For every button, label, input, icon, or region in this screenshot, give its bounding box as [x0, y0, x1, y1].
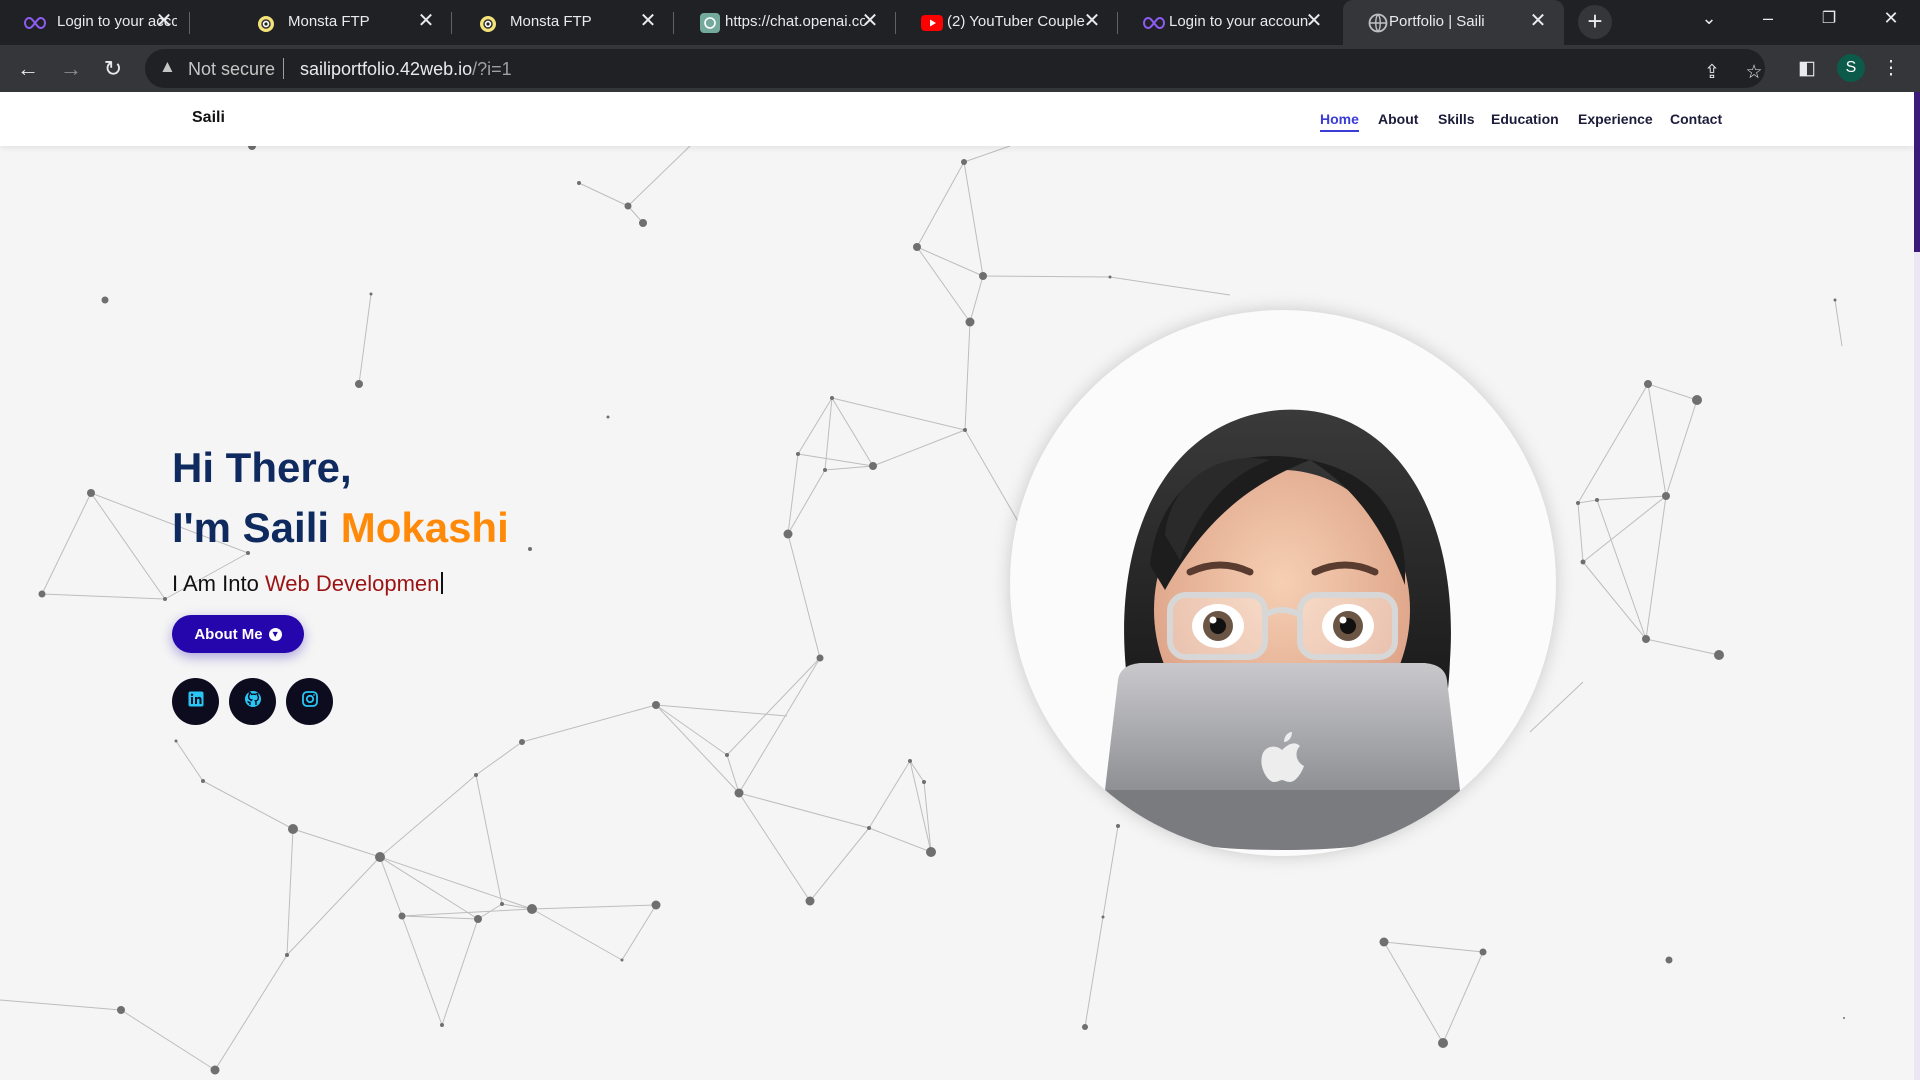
- memoji-avatar: [1105, 409, 1460, 850]
- address-bar[interactable]: ▲ Not secure sailiportfolio.42web.io/?i=…: [145, 49, 1765, 88]
- address-separator: [283, 58, 284, 79]
- url-text[interactable]: sailiportfolio.42web.io/?i=1: [300, 59, 512, 80]
- tab-title: https://chat.openai.com: [725, 13, 865, 30]
- security-label[interactable]: Not secure: [188, 59, 275, 80]
- reload-icon[interactable]: ↻: [99, 55, 127, 83]
- nav-skills[interactable]: Skills: [1438, 111, 1475, 127]
- site-navbar: Saili Home About Skills Education Experi…: [0, 92, 1914, 146]
- site-logo[interactable]: Saili: [192, 109, 225, 127]
- tab-separator: [673, 12, 674, 34]
- tab-title: Login to your account: [1169, 13, 1309, 30]
- close-icon[interactable]: ✕: [1526, 9, 1550, 33]
- infinity-icon: [24, 12, 46, 34]
- linkedin-icon: [188, 691, 204, 712]
- window-close-icon[interactable]: ✕: [1876, 8, 1906, 29]
- hero-name-accent: Mokashi: [340, 504, 509, 551]
- share-icon[interactable]: ⇪: [1698, 59, 1726, 87]
- monsta-icon: [477, 12, 499, 34]
- profile-avatar-circle: [1010, 310, 1556, 856]
- typing-cursor: [441, 572, 444, 594]
- profile-avatar[interactable]: S: [1837, 54, 1865, 82]
- browser-toolbar: ← → ↻ ▲ Not secure sailiportfolio.42web.…: [0, 45, 1920, 92]
- tab-title: (2) YouTuber Couple: [947, 13, 1085, 30]
- tab-search-icon[interactable]: ⌄: [1694, 8, 1724, 29]
- typed-text: Web Developmen: [264, 571, 440, 596]
- nav-about[interactable]: About: [1378, 111, 1418, 127]
- tab-separator: [451, 12, 452, 34]
- new-tab-button[interactable]: +: [1578, 5, 1612, 39]
- scrollbar-thumb[interactable]: [1914, 92, 1920, 252]
- tab-separator: [189, 12, 190, 34]
- nav-contact[interactable]: Contact: [1670, 111, 1722, 127]
- subtitle-prefix: I Am Into: [172, 571, 265, 596]
- particle-links: [0, 145, 1843, 1071]
- hero-name: I'm Saili Mokashi: [172, 504, 509, 552]
- globe-icon: [1367, 12, 1389, 34]
- instagram-button[interactable]: [286, 678, 333, 725]
- close-icon[interactable]: ✕: [1302, 9, 1326, 33]
- tab-separator: [1117, 12, 1118, 34]
- hero-greeting: Hi There,: [172, 444, 352, 491]
- restore-icon[interactable]: ❐: [1814, 8, 1844, 28]
- about-me-label: About Me: [194, 625, 263, 643]
- tab-login-2[interactable]: Login to your account ✕: [1119, 0, 1340, 45]
- tab-monsta-2[interactable]: Monsta FTP ✕: [453, 0, 674, 45]
- about-me-button[interactable]: About Me ▼: [172, 615, 304, 653]
- side-panel-icon[interactable]: ◧: [1793, 55, 1821, 83]
- page-scrollbar[interactable]: [1914, 92, 1920, 1080]
- tab-title: Portfolio | Saili: [1389, 13, 1485, 30]
- nav-education[interactable]: Education: [1491, 111, 1559, 127]
- tab-title: Monsta FTP: [510, 13, 592, 30]
- tab-portfolio[interactable]: Portfolio | Saili ✕: [1343, 0, 1564, 45]
- tab-strip: Login to your account ✕ Monsta FTP ✕ Mon…: [0, 0, 1920, 45]
- linkedin-button[interactable]: [172, 678, 219, 725]
- tab-monsta-1[interactable]: Monsta FTP ✕: [231, 0, 452, 45]
- youtube-icon: [921, 12, 943, 34]
- hero-name-prefix: I'm Saili: [172, 504, 341, 551]
- instagram-icon: [301, 691, 318, 712]
- close-icon[interactable]: ✕: [1080, 9, 1104, 33]
- warning-icon[interactable]: ▲: [159, 57, 176, 77]
- openai-icon: [699, 12, 721, 34]
- forward-icon[interactable]: →: [57, 55, 85, 83]
- github-icon: [244, 690, 262, 713]
- tab-title: Monsta FTP: [288, 13, 370, 30]
- chevron-down-icon: ▼: [268, 627, 282, 641]
- tab-youtube[interactable]: (2) YouTuber Couple ✕: [897, 0, 1118, 45]
- back-icon[interactable]: ←: [14, 55, 42, 83]
- bookmark-star-icon[interactable]: ☆: [1740, 59, 1768, 87]
- nav-home[interactable]: Home: [1320, 111, 1359, 132]
- hero-subtitle: I Am Into Web Developmen: [172, 571, 444, 597]
- tab-login-1[interactable]: Login to your account ✕: [0, 0, 190, 45]
- github-button[interactable]: [229, 678, 276, 725]
- close-icon[interactable]: ✕: [152, 9, 176, 33]
- menu-kebab-icon[interactable]: ⋮: [1877, 55, 1905, 83]
- close-icon[interactable]: ✕: [414, 9, 438, 33]
- url-path: /?i=1: [472, 59, 512, 79]
- close-icon[interactable]: ✕: [636, 9, 660, 33]
- web-page: Saili Home About Skills Education Experi…: [0, 92, 1920, 1080]
- tab-separator: [895, 12, 896, 34]
- close-icon[interactable]: ✕: [858, 9, 882, 33]
- monsta-icon: [255, 12, 277, 34]
- nav-experience[interactable]: Experience: [1578, 111, 1653, 127]
- minimize-icon[interactable]: –: [1753, 8, 1783, 29]
- url-host: sailiportfolio.42web.io: [300, 59, 473, 79]
- tab-openai[interactable]: https://chat.openai.com ✕: [675, 0, 896, 45]
- infinity-icon: [1143, 12, 1165, 34]
